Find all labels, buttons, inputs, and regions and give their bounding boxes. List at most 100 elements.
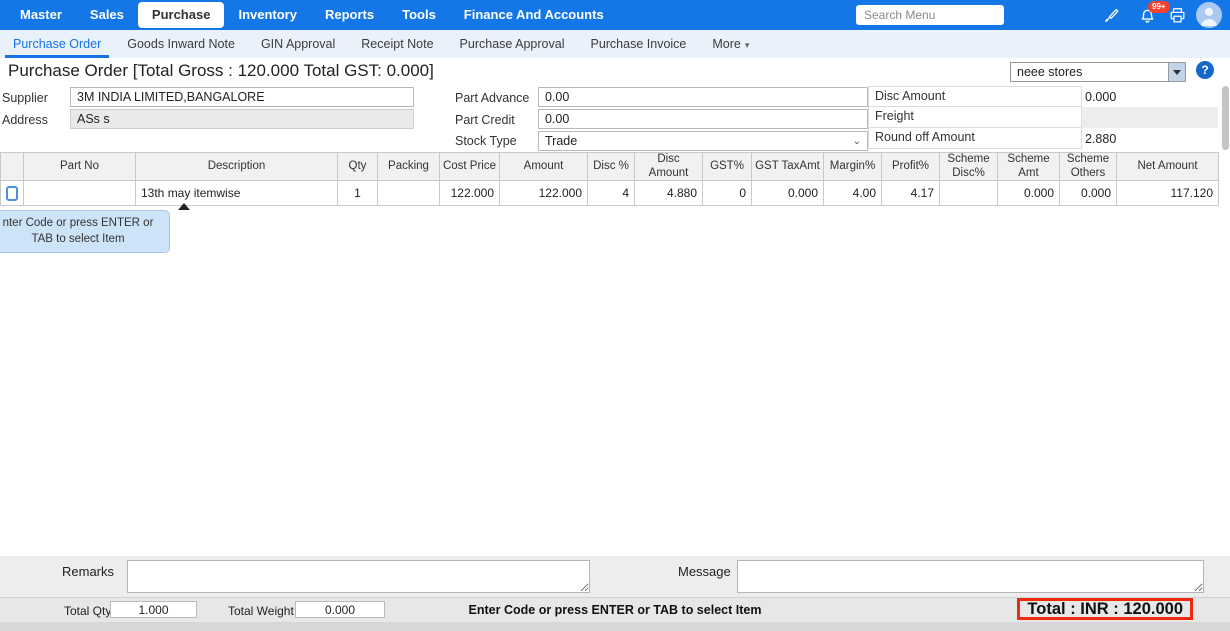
cell-gst-percent[interactable]: 0 [702, 180, 752, 206]
top-navbar: Master Sales Purchase Inventory Reports … [0, 0, 1230, 30]
remarks-strip: Remarks Message [0, 556, 1230, 597]
chevron-down-icon: ⌄ [852, 135, 861, 147]
cell-cost-price[interactable]: 122.000 [439, 180, 500, 206]
menu-purchase[interactable]: Purchase [137, 2, 225, 28]
part-advance-label: Part Advance [455, 91, 530, 105]
menu-reports[interactable]: Reports [311, 0, 388, 30]
purchase-order-screen: Master Sales Purchase Inventory Reports … [0, 0, 1230, 631]
header-description: Description [135, 152, 338, 181]
title-bar: Purchase Order [Total Gross : 120.000 To… [0, 58, 1230, 86]
total-weight-label: Total Weight [228, 604, 294, 618]
stock-type-label: Stock Type [455, 134, 517, 148]
cell-amount[interactable]: 122.000 [499, 180, 588, 206]
cell-scheme-disc[interactable] [939, 180, 998, 206]
freight-label: Freight [868, 107, 1082, 128]
menu-finance-and-accounts[interactable]: Finance And Accounts [450, 0, 618, 30]
part-advance-input[interactable] [538, 87, 868, 107]
header-part-no: Part No [23, 152, 136, 181]
header-margin-percent: Margin% [823, 152, 882, 181]
cell-part-no[interactable] [23, 180, 136, 206]
tab-purchase-approval[interactable]: Purchase Approval [447, 30, 578, 58]
cell-disc-percent[interactable]: 4 [587, 180, 635, 206]
header-packing: Packing [377, 152, 440, 181]
tab-purchase-invoice[interactable]: Purchase Invoice [577, 30, 699, 58]
help-icon[interactable]: ? [1196, 61, 1214, 79]
cell-row-select [0, 180, 24, 206]
dropdown-arrow-icon [1173, 69, 1181, 75]
header-scheme-amt: Scheme Amt [997, 152, 1060, 181]
cell-net-amount[interactable]: 117.120 [1116, 180, 1219, 206]
cell-scheme-others[interactable]: 0.000 [1059, 180, 1117, 206]
address-input [70, 109, 414, 129]
order-header-form: Supplier Address Part Advance Part Credi… [0, 86, 1230, 152]
cell-description[interactable]: 13th may itemwise [135, 180, 338, 206]
round-off-amount-value: 2.880 [1085, 132, 1117, 146]
cell-qty[interactable]: 1 [337, 180, 378, 206]
cell-gst-taxamt[interactable]: 0.000 [751, 180, 824, 206]
total-qty-label: Total Qty [64, 604, 112, 618]
vertical-scrollbar[interactable] [1222, 86, 1229, 150]
grid-header-row: Part No Description Qty Packing Cost Pri… [0, 152, 1219, 181]
tab-gin-approval[interactable]: GIN Approval [248, 30, 348, 58]
grand-total: Total : INR : 120.000 [1017, 598, 1193, 620]
menu-inventory[interactable]: Inventory [224, 0, 311, 30]
header-amount: Amount [499, 152, 588, 181]
total-weight-input[interactable] [295, 601, 385, 618]
header-scheme-disc: Scheme Disc% [939, 152, 998, 181]
grid-item-row: 13th may itemwise 1 122.000 122.000 4 4.… [0, 180, 1219, 206]
total-qty-input[interactable] [110, 601, 197, 618]
freight-value[interactable] [1082, 107, 1218, 128]
cell-packing[interactable] [377, 180, 440, 206]
cell-scheme-amt[interactable]: 0.000 [997, 180, 1060, 206]
part-credit-input[interactable] [538, 109, 868, 129]
tooltip-arrow-icon [178, 203, 190, 210]
header-gst-percent: GST% [702, 152, 752, 181]
message-textarea[interactable] [737, 560, 1204, 593]
stock-type-select[interactable]: Trade ⌄ [538, 131, 868, 151]
chevron-down-icon: ▾ [744, 40, 750, 50]
remarks-label: Remarks [62, 564, 115, 579]
tab-purchase-order[interactable]: Purchase Order [0, 30, 114, 58]
remarks-textarea[interactable] [127, 560, 590, 593]
menu-sales[interactable]: Sales [76, 0, 138, 30]
header-disc-percent: Disc % [587, 152, 635, 181]
disc-amount-label: Disc Amount [868, 86, 1082, 107]
store-selector-value[interactable]: neee stores [1010, 62, 1169, 82]
tab-more[interactable]: More ▾ [699, 30, 762, 58]
tab-receipt-note[interactable]: Receipt Note [348, 30, 446, 58]
supplier-label: Supplier [2, 91, 48, 105]
supplier-input[interactable] [70, 87, 414, 107]
disc-amount-value: 0.000 [1085, 90, 1117, 104]
part-code-tooltip: nter Code or press ENTER or TAB to selec… [0, 210, 170, 254]
search-menu-input[interactable] [856, 5, 1004, 25]
stock-type-value: Trade [545, 134, 578, 148]
header-profit-percent: Profit% [881, 152, 940, 181]
header-net-amount: Net Amount [1116, 152, 1219, 181]
menu-tools[interactable]: Tools [388, 0, 450, 30]
page-title: Purchase Order [Total Gross : 120.000 To… [8, 61, 434, 80]
header-qty: Qty [337, 152, 378, 181]
cell-margin-percent[interactable]: 4.00 [823, 180, 882, 206]
main-menu: Master Sales Purchase Inventory Reports … [0, 0, 618, 30]
brush-icon[interactable] [1102, 6, 1121, 25]
cell-disc-amount[interactable]: 4.880 [634, 180, 703, 206]
avatar[interactable] [1196, 2, 1222, 28]
header-disc-amount: Disc Amount [634, 152, 703, 181]
footer-bar: Total Qty Total Weight Enter Code or pre… [0, 597, 1230, 622]
row-checkbox[interactable] [6, 185, 18, 201]
purchase-subnav: Purchase Order Goods Inward Note GIN App… [0, 30, 1230, 58]
menu-master[interactable]: Master [6, 0, 76, 30]
address-label: Address [2, 113, 48, 127]
header-select-column [0, 152, 24, 181]
tab-more-label: More [712, 37, 741, 51]
part-credit-label: Part Credit [455, 113, 515, 127]
header-gst-taxamt: GST TaxAmt [751, 152, 824, 181]
message-label: Message [678, 564, 731, 579]
tab-goods-inward-note[interactable]: Goods Inward Note [114, 30, 248, 58]
header-cost-price: Cost Price [439, 152, 500, 181]
bottom-strip [0, 622, 1230, 631]
store-selector-dropdown-button[interactable] [1169, 62, 1186, 82]
printer-icon[interactable] [1168, 6, 1187, 25]
cell-profit-percent[interactable]: 4.17 [881, 180, 940, 206]
store-selector[interactable]: neee stores [1010, 62, 1186, 82]
